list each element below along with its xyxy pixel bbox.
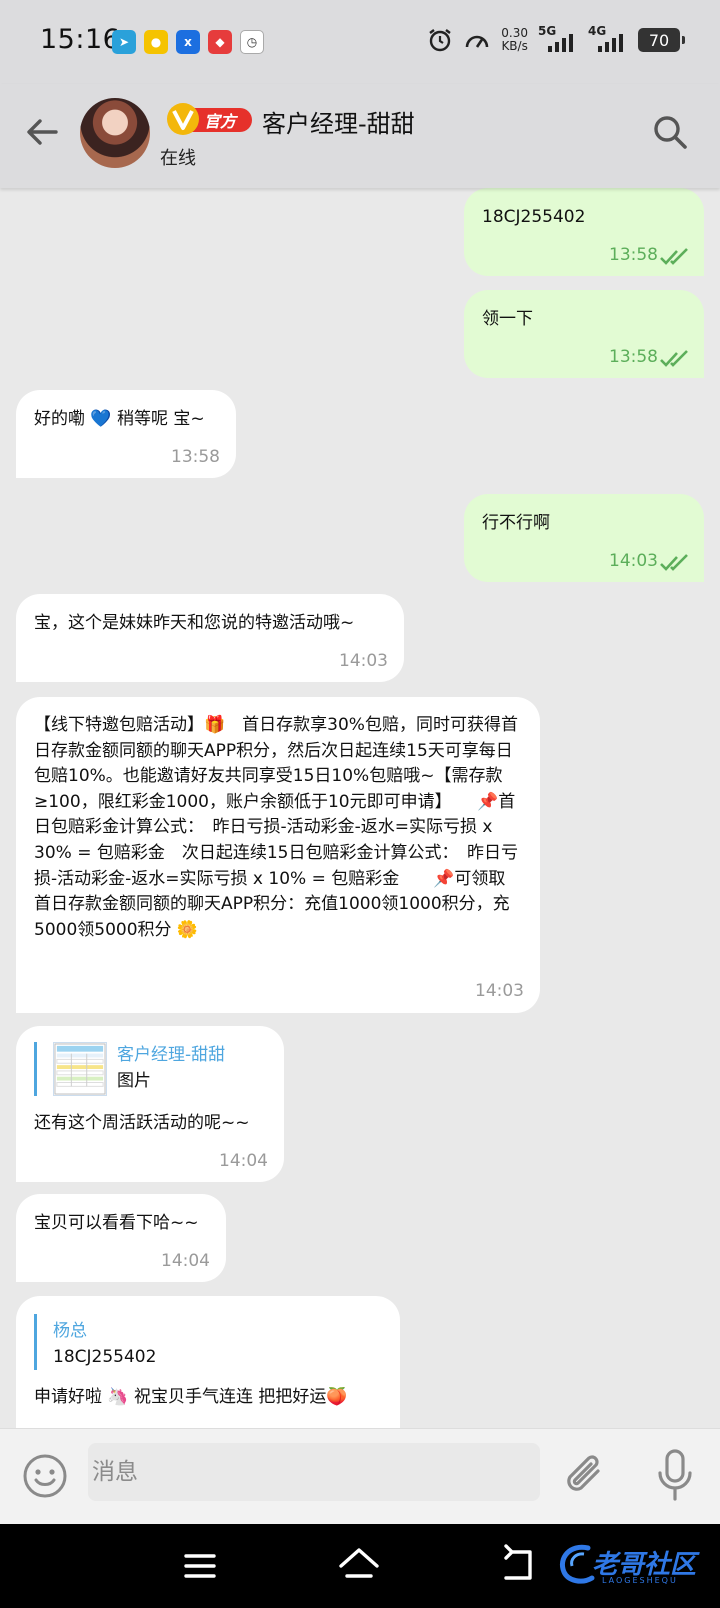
system-nav-bar: 老哥社区 LAOGESHEQU: [0, 1524, 720, 1608]
message-bubble-outgoing[interactable]: 领一下 13:58: [464, 290, 704, 378]
net-speed: 0.30 KB/s: [501, 27, 528, 53]
home-icon[interactable]: [336, 1542, 382, 1588]
double-check-icon: [660, 554, 688, 571]
message-bubble-incoming[interactable]: 客户经理-甜甜 图片 还有这个周活跃活动的呢~~ 14:04: [16, 1026, 284, 1182]
battery-icon: 70: [638, 28, 685, 52]
message-composer: [0, 1428, 720, 1524]
dragon-logo-icon: [560, 1544, 595, 1584]
message-time: 13:58: [609, 245, 658, 265]
reply-text: 18CJ255402: [53, 1347, 157, 1367]
watermark: 老哥社区 LAOGESHEQU: [556, 1540, 716, 1592]
search-icon[interactable]: [650, 112, 690, 152]
message-bubble-incoming[interactable]: 宝，这个是妹妹昨天和您说的特邀活动哦~ 14:03: [16, 594, 404, 682]
message-text: 领一下: [482, 309, 533, 329]
reply-quote[interactable]: 杨总 18CJ255402: [34, 1314, 382, 1370]
chat-header: 官方 客户经理-甜甜 在线: [0, 84, 720, 188]
speedometer-icon: [465, 35, 489, 48]
signal-sim1: 5G: [538, 24, 578, 54]
battery-level: 70: [648, 30, 670, 50]
app-red-icon: ◆: [208, 30, 232, 54]
telegram-icon: ➤: [112, 30, 136, 54]
signal-bars-icon: [548, 34, 573, 52]
menu-icon[interactable]: [180, 1546, 220, 1586]
message-text: 宝，这个是妹妹昨天和您说的特邀活动哦~: [34, 613, 355, 633]
back-nav-icon[interactable]: [498, 1542, 542, 1586]
message-bubble-outgoing[interactable]: 行不行啊 14:03: [464, 494, 704, 582]
message-list[interactable]: 18CJ255402 13:58 领一下 13:58 好的嘞 💙 稍等呢 宝~ …: [0, 188, 720, 1428]
message-text: 申请好啦 🦄 祝宝贝手气连连 把把好运🍑: [34, 1387, 348, 1407]
message-time: 14:03: [475, 981, 524, 1002]
avatar[interactable]: [80, 98, 150, 168]
official-badge-label: 官方: [204, 112, 237, 131]
microphone-icon[interactable]: [652, 1447, 698, 1503]
message-bubble-incoming[interactable]: 好的嘞 💙 稍等呢 宝~ 13:58: [16, 390, 236, 478]
net-speed-unit: KB/s: [501, 39, 528, 53]
double-check-icon: [660, 350, 688, 367]
message-text: 宝贝可以看看下哈~~: [34, 1213, 199, 1233]
message-text: 18CJ255402: [482, 207, 586, 227]
signal-sim2: 4G: [588, 24, 628, 54]
message-time: 14:04: [161, 1251, 210, 1271]
back-arrow-icon[interactable]: [22, 112, 62, 152]
x-app-icon: x: [176, 30, 200, 54]
reply-author: 杨总: [53, 1321, 87, 1341]
message-text: 行不行啊: [482, 513, 550, 533]
paperclip-icon[interactable]: [562, 1451, 608, 1501]
online-status: 在线: [160, 148, 196, 169]
message-bubble-incoming[interactable]: 杨总 18CJ255402 申请好啦 🦄 祝宝贝手气连连 把把好运🍑: [16, 1296, 400, 1428]
message-time: 14:03: [339, 651, 388, 671]
reply-quote[interactable]: 客户经理-甜甜 图片: [34, 1042, 266, 1096]
status-bar: 15:16 ➤ ● x ◆ ◷ 0.30 KB/s 5G 4G 70: [0, 0, 720, 84]
message-text: 【线下特邀包赔活动】🎁 首日存款享30%包赔，同时可获得首日存款金额同额的聊天A…: [34, 715, 518, 940]
message-bubble-incoming[interactable]: 【线下特邀包赔活动】🎁 首日存款享30%包赔，同时可获得首日存款金额同额的聊天A…: [16, 697, 540, 1013]
emoji-icon[interactable]: [22, 1453, 68, 1499]
status-time: 15:16: [40, 24, 121, 55]
message-time: 13:58: [171, 447, 220, 467]
clock-app-icon: ◷: [240, 30, 264, 54]
double-check-icon: [660, 248, 688, 265]
app-yellow-icon: ●: [144, 30, 168, 54]
status-right: 0.30 KB/s 5G 4G 70: [427, 24, 685, 54]
image-thumbnail-icon: [53, 1042, 107, 1096]
alarm-icon: [429, 29, 452, 52]
signal-bars-icon: [598, 34, 623, 52]
chat-title[interactable]: 客户经理-甜甜: [262, 104, 415, 139]
watermark-subtext: LAOGESHEQU: [602, 1576, 678, 1585]
message-text: 好的嘞 💙 稍等呢 宝~: [34, 409, 205, 429]
message-bubble-incoming[interactable]: 宝贝可以看看下哈~~ 14:04: [16, 1194, 226, 1282]
message-text: 还有这个周活跃活动的呢~~: [34, 1113, 250, 1133]
message-time: 13:58: [609, 347, 658, 367]
message-input[interactable]: [88, 1443, 540, 1501]
message-time: 14:03: [609, 551, 658, 571]
message-time: 14:04: [219, 1151, 268, 1171]
notification-icons: ➤ ● x ◆ ◷: [112, 30, 264, 54]
message-bubble-outgoing[interactable]: 18CJ255402 13:58: [464, 188, 704, 276]
